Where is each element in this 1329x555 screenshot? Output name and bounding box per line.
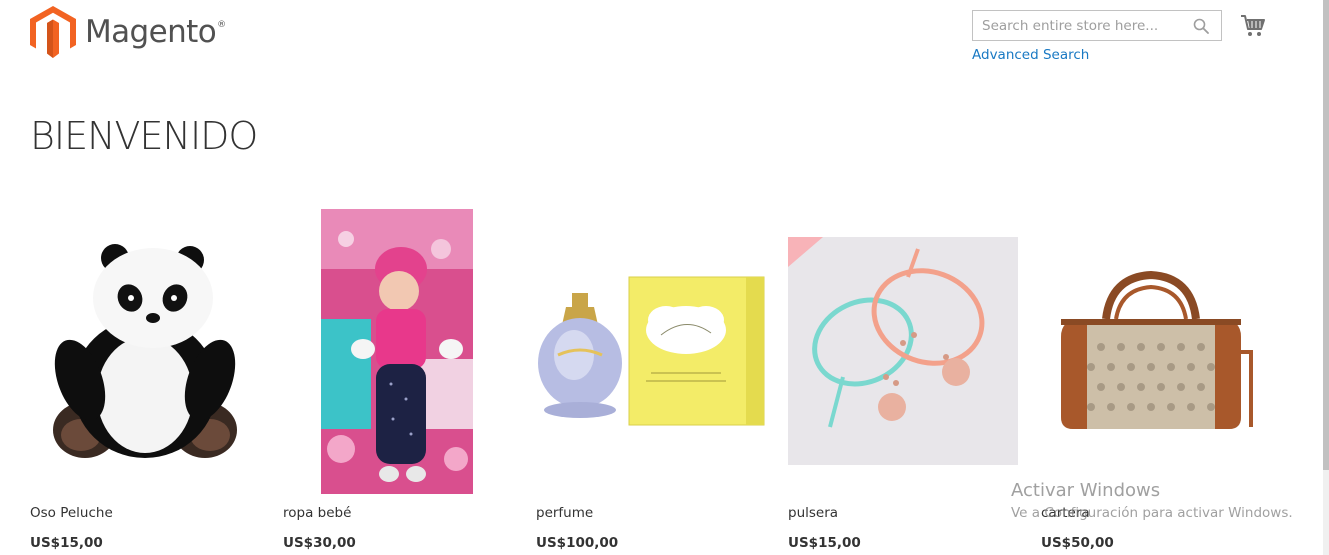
store-logo[interactable]: Magento® xyxy=(30,6,226,58)
product-price: US$100,00 xyxy=(536,535,619,551)
product-price: US$15,00 xyxy=(788,535,861,551)
search-box xyxy=(972,10,1222,41)
scrollbar-thumb[interactable] xyxy=(1323,0,1329,470)
product-name[interactable]: perfume xyxy=(536,505,593,521)
search-input[interactable] xyxy=(973,11,1183,40)
page-title: BIENVENIDO xyxy=(30,114,258,158)
product-price: US$15,00 xyxy=(30,535,103,551)
product-image-handbag[interactable] xyxy=(1041,237,1269,465)
product-price: US$30,00 xyxy=(283,535,356,551)
logo-text: Magento® xyxy=(85,14,226,50)
magento-logo-icon xyxy=(30,6,76,58)
product-image-perfume[interactable] xyxy=(536,275,766,427)
product-image-baby-clothes[interactable] xyxy=(321,209,473,494)
product-image-bracelet[interactable] xyxy=(788,237,1018,465)
product-name[interactable]: ropa bebé xyxy=(283,505,351,521)
product-price: US$50,00 xyxy=(1041,535,1114,551)
product-name[interactable]: Oso Peluche xyxy=(30,505,113,521)
product-name[interactable]: pulsera xyxy=(788,505,838,521)
cart-icon[interactable] xyxy=(1240,13,1266,39)
product-image-panda[interactable] xyxy=(45,240,245,465)
advanced-search-link[interactable]: Advanced Search xyxy=(972,47,1089,63)
search-icon[interactable] xyxy=(1193,18,1209,34)
page-header: Magento® Advanced Search xyxy=(0,0,1329,90)
windows-activation-watermark-subtitle: Ve a Configuración para activar Windows. xyxy=(1011,505,1293,521)
windows-activation-watermark-title: Activar Windows xyxy=(1011,480,1161,501)
